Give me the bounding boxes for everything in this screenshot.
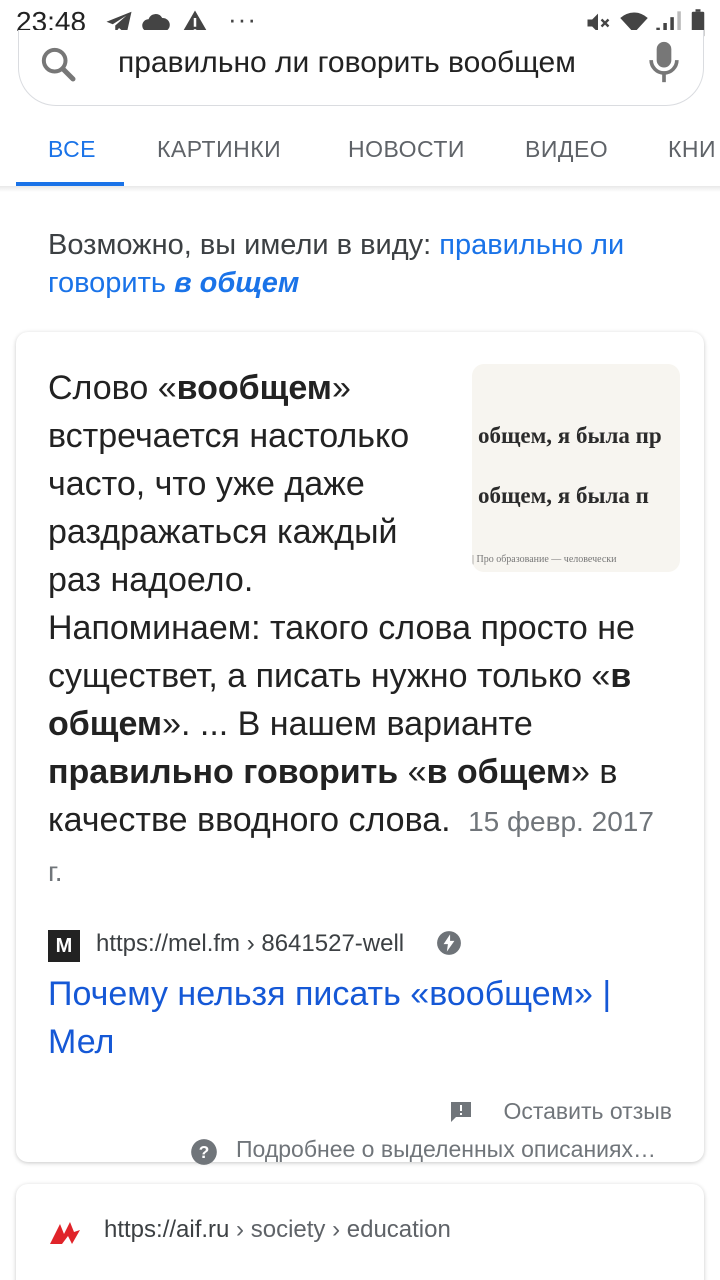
source-url[interactable]: https://mel.fm › 8641527-well [96,930,404,958]
feedback-icon[interactable] [448,1100,474,1124]
search-tabs: ВСЕ КАРТИНКИ НОВОСТИ ВИДЕО КНИ [0,110,720,186]
about-snippets-row[interactable]: ? Подробнее о выделенных описаниях… [190,1134,690,1170]
result-title-link[interactable]: Почему нельзя писать «вообщем» | Мел [48,970,672,1066]
thumbnail-text-line: общем, я была п [478,483,649,508]
tab-video[interactable]: ВИДЕО [525,136,608,163]
search-icon[interactable] [38,44,78,84]
snippet-thumbnail[interactable]: общем, я была пр общем, я была п | Про о… [472,364,680,572]
tab-all[interactable]: ВСЕ [48,136,96,163]
snippet-bold-text: правильно говорить [48,753,399,791]
about-snippets-text: Подробнее о выделенных описаниях… [236,1136,656,1162]
snippet-text-segment: ». ... В нашем варианте [162,705,533,743]
feedback-link[interactable]: Оставить отзыв [503,1098,672,1125]
tab-news[interactable]: НОВОСТИ [348,136,465,163]
snippet-bold-text: вообщем [176,369,332,407]
snippet-text-segment: Слово « [48,369,177,407]
snippet-text: общем, я была пр общем, я была п | Про о… [48,364,680,896]
amp-icon [437,931,461,955]
thumbnail-caption: | Про образование — человечески [472,554,617,565]
source-row[interactable]: M https://mel.fm › 8641527-well [48,928,668,964]
aif-favicon [50,1222,80,1244]
mel-favicon: M [48,930,80,962]
search-input[interactable]: правильно ли говорить вообщем [118,46,614,80]
thumbnail-text-line: общем, я была пр [478,423,662,448]
did-you-mean-prefix: Возможно, вы имели в виду: [48,229,440,261]
tab-books[interactable]: КНИ [668,136,716,163]
search-result-card: https://aif.ru › society › education [16,1184,704,1280]
svg-text:?: ? [199,1142,210,1162]
mic-icon[interactable] [646,40,682,84]
tab-images[interactable]: КАРТИНКИ [157,136,281,163]
tabs-divider [0,186,720,192]
did-you-mean: Возможно, вы имели в виду: правильно ли … [48,226,688,302]
snippet-bold-text: в общем [426,753,571,791]
featured-snippet-card: общем, я была пр общем, я была п | Про о… [16,332,704,1165]
snippet-text-segment: « [398,753,427,791]
source-url[interactable]: https://aif.ru › society › education [104,1216,451,1244]
help-icon: ? [191,1139,217,1165]
